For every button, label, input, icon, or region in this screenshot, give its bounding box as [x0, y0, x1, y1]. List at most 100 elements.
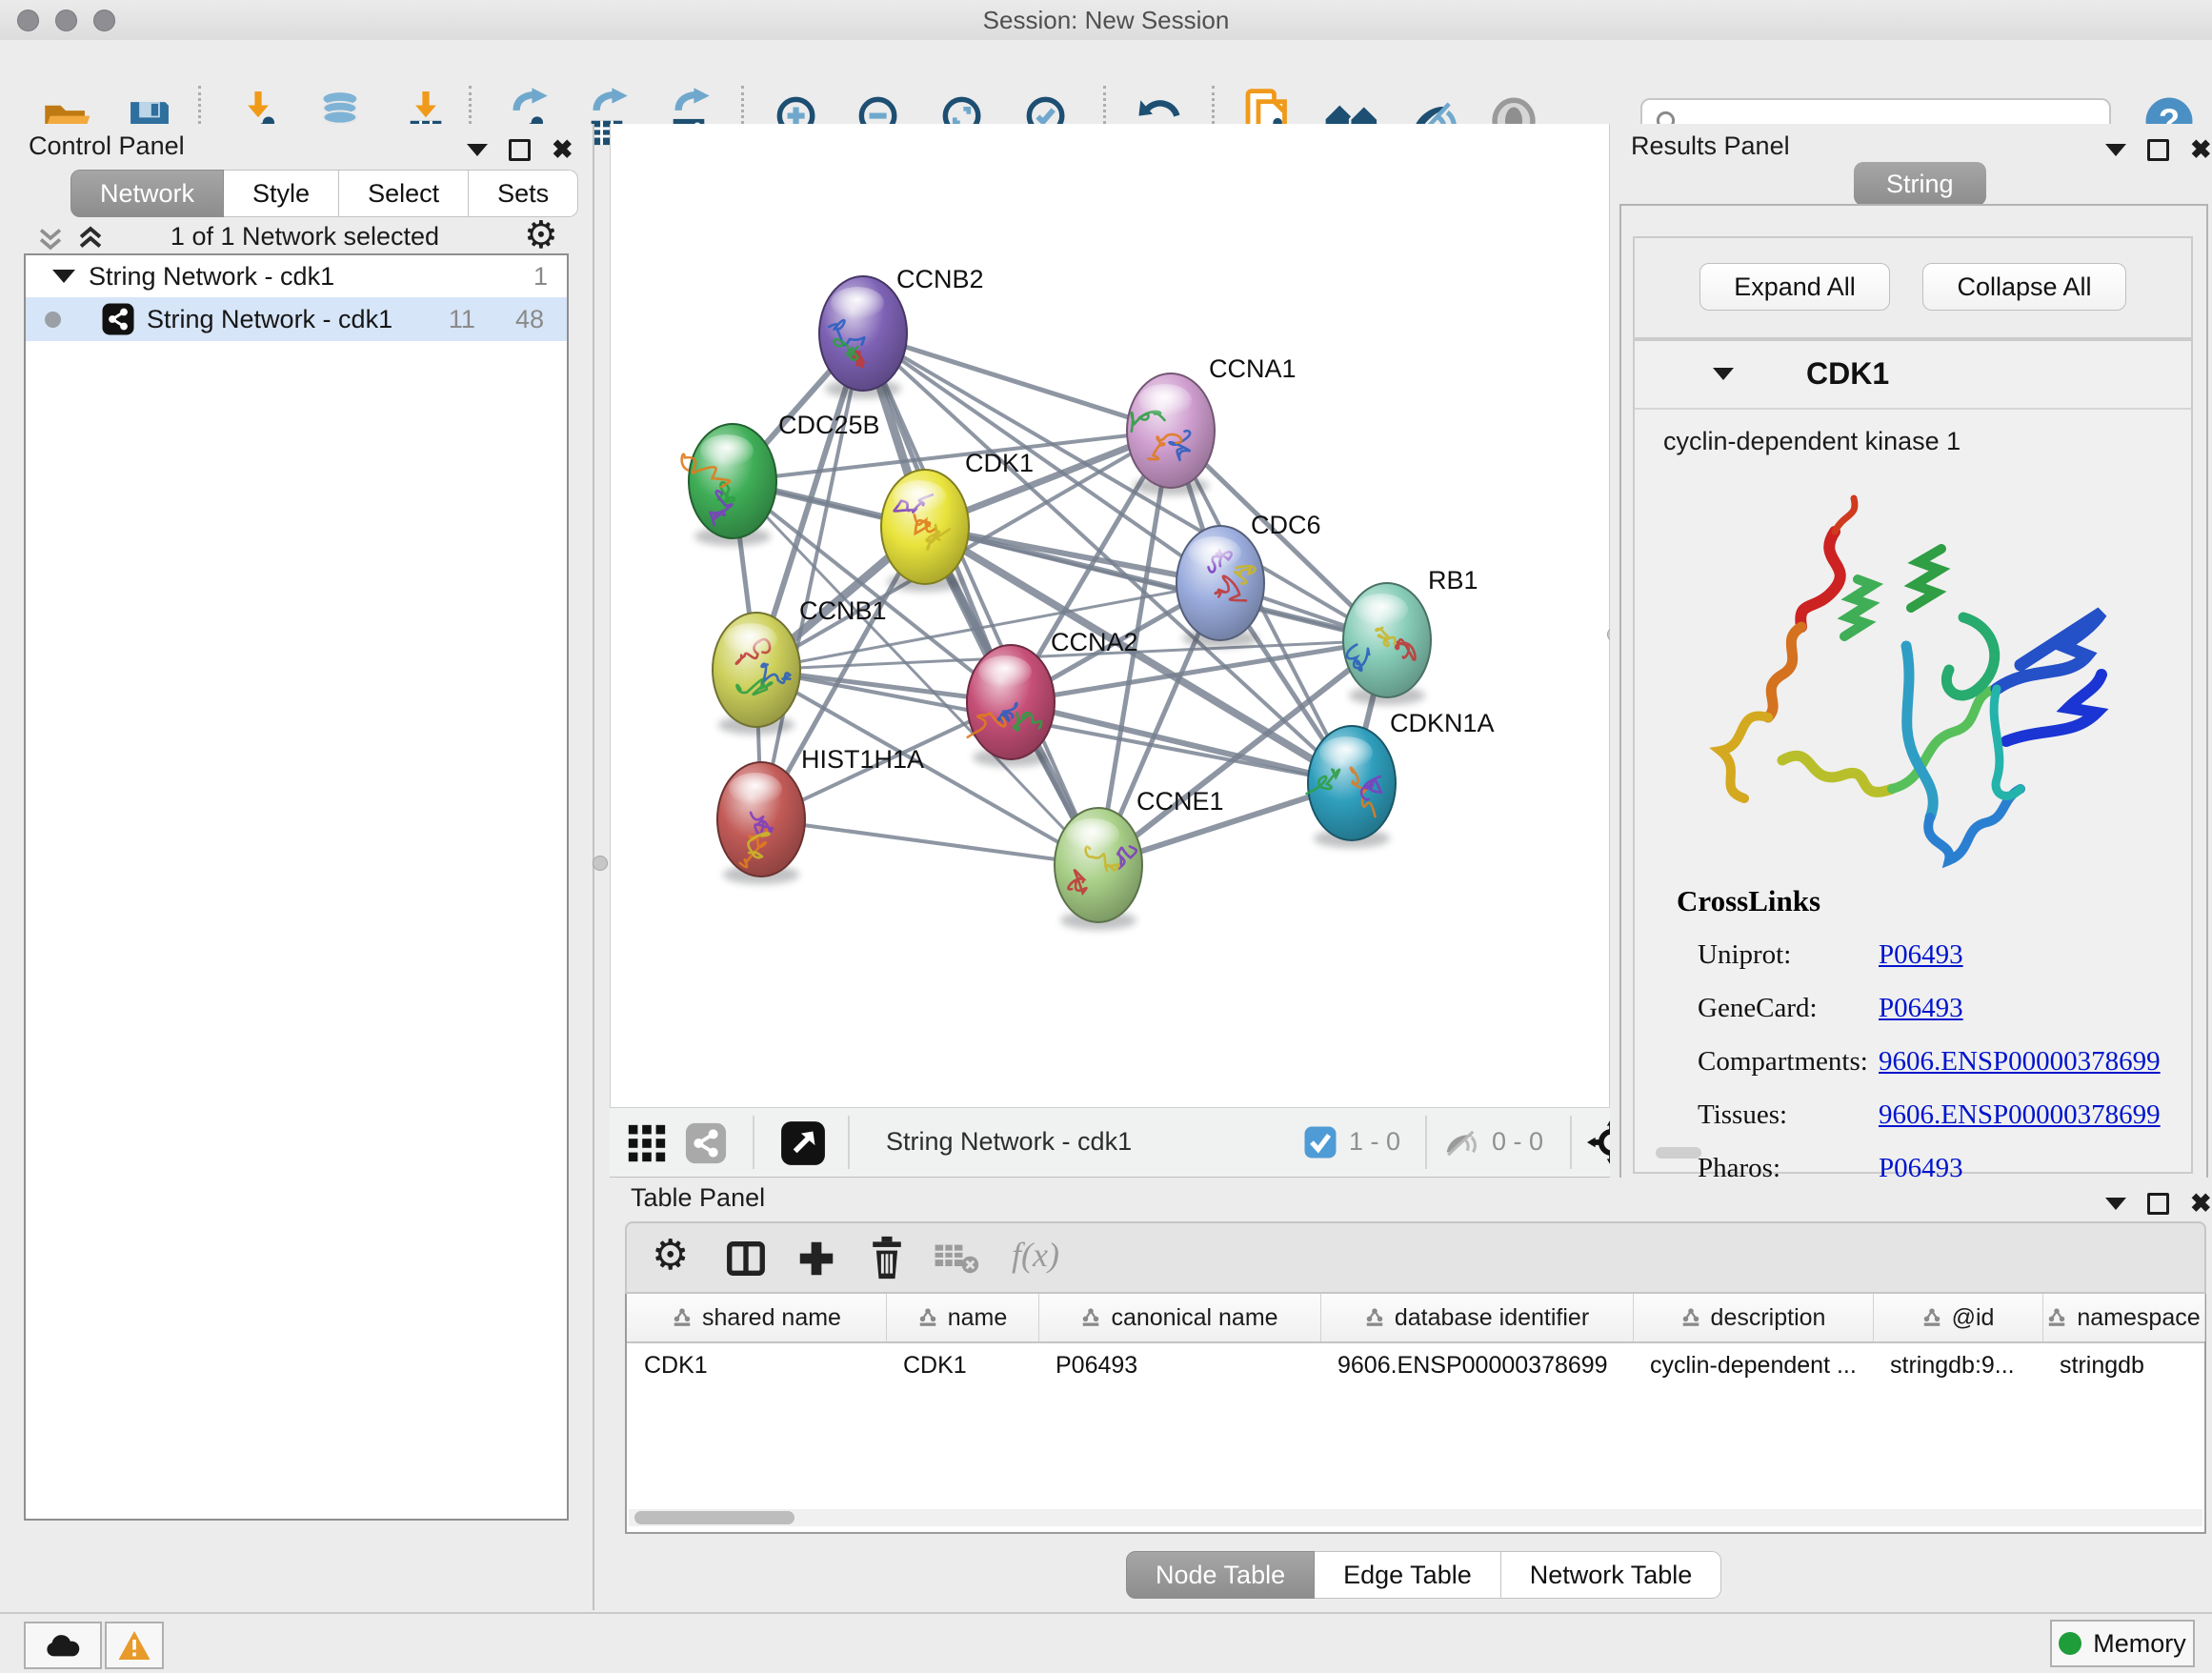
- column-header-namespace[interactable]: namespace: [2042, 1294, 2205, 1341]
- results-outer-box: Expand All Collapse All CDK1 cyclin-depe…: [1619, 204, 2208, 1263]
- tab-network-table[interactable]: Network Table: [1501, 1551, 1722, 1599]
- crosslink-link[interactable]: 9606.ENSP00000378699: [1879, 1046, 2161, 1078]
- network-canvas[interactable]: CCNB2CCNA1CDC25BCDK1CDC6RB1CCNB1CCNA2CDK…: [610, 124, 1610, 1107]
- panel-menu-icon[interactable]: [2105, 144, 2126, 156]
- network-tree: String Network - cdk1 1 String Network -…: [24, 253, 569, 1521]
- birdseye-view-icon[interactable]: [779, 1119, 827, 1167]
- table-tabs: Node TableEdge TableNetwork Table: [1126, 1551, 1721, 1599]
- cell-description[interactable]: cyclin-dependent ...: [1633, 1343, 1873, 1387]
- tab-node-table[interactable]: Node Table: [1126, 1551, 1315, 1599]
- delete-table-icon[interactable]: [934, 1240, 979, 1277]
- crosslink-link[interactable]: P06493: [1879, 993, 1963, 1024]
- network-collection-row[interactable]: String Network - cdk1 1: [26, 255, 567, 297]
- crosslink-link[interactable]: 9606.ENSP00000378699: [1879, 1099, 2161, 1131]
- select-columns-icon[interactable]: [724, 1237, 768, 1280]
- grid-view-icon[interactable]: [625, 1121, 669, 1165]
- column-header-database-identifier[interactable]: database identifier: [1320, 1294, 1634, 1341]
- table-row[interactable]: CDK1CDK1P064939606.ENSP00000378699cyclin…: [627, 1343, 2204, 1387]
- crosslink-label: Compartments:: [1698, 1046, 1879, 1078]
- network-node-CCNE1[interactable]: CCNE1: [1055, 787, 1224, 930]
- network-node-CCNB2[interactable]: CCNB2: [819, 265, 984, 398]
- collection-label: String Network - cdk1: [89, 262, 533, 292]
- float-panel-icon[interactable]: [2147, 139, 2169, 161]
- close-panel-icon[interactable]: ✖: [2190, 1191, 2212, 1217]
- expand-all-button[interactable]: Expand All: [1699, 263, 1890, 311]
- gene-description: cyclin-dependent kinase 1: [1663, 427, 1961, 456]
- crosslink-label: Tissues:: [1698, 1099, 1879, 1131]
- network-options-gear-icon[interactable]: ⚙: [524, 213, 558, 257]
- network-node-CDKN1A[interactable]: CDKN1A: [1307, 709, 1495, 848]
- function-builder-icon[interactable]: f(x): [1012, 1235, 1059, 1275]
- results-hscrollbar-thumb[interactable]: [1656, 1147, 1701, 1159]
- cell--id[interactable]: stringdb:9...: [1873, 1343, 2042, 1387]
- column-type-icon: [1921, 1307, 1942, 1328]
- control-panel: Control Panel ✖ NetworkStyleSelectSets 1…: [0, 124, 594, 1610]
- float-panel-icon[interactable]: [509, 139, 531, 161]
- collapse-all-button[interactable]: Collapse All: [1922, 263, 2126, 311]
- close-panel-icon[interactable]: ✖: [2190, 137, 2212, 163]
- tab-edge-table[interactable]: Edge Table: [1315, 1551, 1501, 1599]
- selected-checkbox-icon[interactable]: [1303, 1125, 1337, 1159]
- network-share-icon[interactable]: [684, 1121, 728, 1165]
- footer-separator: [848, 1116, 850, 1169]
- selected-node-edge-counts: 1 - 0: [1349, 1127, 1400, 1157]
- table-hscrollbar[interactable]: [629, 1509, 2202, 1526]
- close-panel-icon[interactable]: ✖: [552, 137, 573, 163]
- column-header-canonical-name[interactable]: canonical name: [1038, 1294, 1321, 1341]
- network-node-CCNA1[interactable]: CCNA1: [1127, 354, 1297, 495]
- network-node-HIST1H1A[interactable]: HIST1H1A: [717, 745, 924, 884]
- collection-expander-icon[interactable]: [52, 270, 75, 283]
- table-hscrollbar-thumb[interactable]: [634, 1511, 794, 1524]
- cell-database-identifier[interactable]: 9606.ENSP00000378699: [1320, 1343, 1633, 1387]
- gene-name: CDK1: [1806, 356, 1889, 392]
- column-header-name[interactable]: name: [886, 1294, 1039, 1341]
- tab-style[interactable]: Style: [224, 170, 339, 217]
- crosslink-row: GeneCard:P06493: [1698, 981, 2174, 1035]
- memory-button[interactable]: Memory: [2050, 1620, 2195, 1667]
- gene-section-header[interactable]: CDK1: [1635, 341, 2191, 410]
- cell-namespace[interactable]: stringdb: [2042, 1343, 2204, 1387]
- crosslink-label: Uniprot:: [1698, 939, 1879, 971]
- column-header-shared-name[interactable]: shared name: [627, 1294, 887, 1341]
- tab-network[interactable]: Network: [70, 170, 224, 217]
- network-node-CCNA2[interactable]: CCNA2: [967, 628, 1138, 767]
- expand-all-icon[interactable]: [74, 221, 107, 255]
- panel-menu-icon[interactable]: [2105, 1198, 2126, 1210]
- network-node-RB1[interactable]: RB1: [1343, 566, 1478, 705]
- column-type-icon: [672, 1307, 693, 1328]
- warning-status-button[interactable]: [105, 1622, 164, 1669]
- node-label-CDKN1A: CDKN1A: [1390, 709, 1495, 737]
- node-label-CDC25B: CDC25B: [778, 411, 880, 439]
- add-column-icon[interactable]: [794, 1237, 838, 1280]
- node-label-CCNA1: CCNA1: [1209, 354, 1297, 383]
- hidden-eye-slash-icon[interactable]: [1442, 1125, 1480, 1161]
- cell-shared-name[interactable]: CDK1: [627, 1343, 886, 1387]
- collapse-all-icon[interactable]: [34, 221, 67, 255]
- node-label-CCNB1: CCNB1: [799, 596, 887, 625]
- node-label-CCNE1: CCNE1: [1136, 787, 1224, 816]
- current-network-name: String Network - cdk1: [886, 1127, 1132, 1157]
- crosslinks-title: CrossLinks: [1677, 884, 1820, 918]
- delete-column-icon[interactable]: [865, 1235, 909, 1280]
- cloud-status-button[interactable]: [24, 1622, 102, 1669]
- panel-menu-icon[interactable]: [467, 144, 488, 156]
- table-settings-gear-icon[interactable]: ⚙: [652, 1231, 689, 1280]
- network-row-selected[interactable]: String Network - cdk1 11 48: [26, 297, 567, 341]
- tab-sets[interactable]: Sets: [469, 170, 578, 217]
- column-header--id[interactable]: @id: [1873, 1294, 2043, 1341]
- cell-canonical-name[interactable]: P06493: [1038, 1343, 1320, 1387]
- vertical-splitter-handle[interactable]: [593, 856, 608, 871]
- tab-select[interactable]: Select: [339, 170, 469, 217]
- cell-name[interactable]: CDK1: [886, 1343, 1038, 1387]
- node-label-CCNA2: CCNA2: [1051, 628, 1138, 656]
- tab-string[interactable]: String: [1854, 162, 1986, 206]
- results-panel-title: Results Panel: [1631, 131, 1790, 161]
- collection-count: 1: [533, 262, 548, 292]
- column-type-icon: [2046, 1307, 2067, 1328]
- float-panel-icon[interactable]: [2147, 1193, 2169, 1215]
- section-expander-icon[interactable]: [1713, 368, 1734, 380]
- network-node-CDC25B[interactable]: CDC25B: [682, 411, 880, 546]
- node-count: 11: [449, 305, 475, 334]
- crosslink-link[interactable]: P06493: [1879, 939, 1963, 971]
- column-header-description[interactable]: description: [1633, 1294, 1874, 1341]
